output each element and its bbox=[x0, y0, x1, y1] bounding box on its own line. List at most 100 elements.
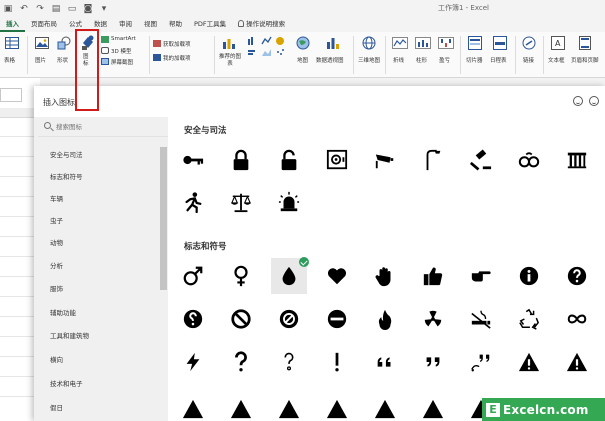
handcuffs-icon[interactable] bbox=[511, 142, 547, 178]
key-icon[interactable] bbox=[175, 142, 211, 178]
tab-review[interactable]: 审阅 bbox=[113, 17, 138, 32]
lightning-icon[interactable] bbox=[175, 344, 211, 380]
question-reversed-icon[interactable] bbox=[175, 301, 211, 337]
redo-icon[interactable]: ↷ bbox=[35, 4, 45, 14]
smile-feedback-icon[interactable] bbox=[573, 96, 583, 106]
tab-view[interactable]: 视图 bbox=[138, 17, 163, 32]
security-camera-icon[interactable] bbox=[367, 142, 403, 178]
siren-icon[interactable] bbox=[271, 184, 307, 220]
male-icon[interactable] bbox=[175, 258, 211, 294]
quote-close-icon[interactable] bbox=[415, 344, 451, 380]
safe-icon[interactable] bbox=[319, 142, 355, 178]
smartart-label[interactable]: SmartArt bbox=[111, 36, 136, 42]
sparkline-column-button[interactable]: 柱形 bbox=[412, 32, 434, 78]
table-button[interactable]: 表格 bbox=[2, 32, 22, 78]
warning-partial-icon[interactable] bbox=[175, 391, 211, 421]
warning-partial-icon[interactable] bbox=[319, 391, 355, 421]
female-icon[interactable] bbox=[223, 258, 259, 294]
shapes-button[interactable]: 形状 bbox=[54, 32, 74, 78]
maps-button[interactable]: 地图 bbox=[292, 32, 314, 78]
hand-stop-icon[interactable] bbox=[367, 258, 403, 294]
lock-icon[interactable] bbox=[223, 142, 259, 178]
header-footer-button[interactable]: 页眉和页脚 bbox=[570, 32, 605, 78]
link-icon bbox=[522, 36, 536, 50]
search-input[interactable] bbox=[56, 120, 156, 134]
info-icon[interactable] bbox=[511, 258, 547, 294]
category-item[interactable]: 车辆 bbox=[50, 193, 63, 203]
timeline-button[interactable]: 日程表 bbox=[488, 32, 512, 78]
my-addins-label[interactable]: 我的加载项 bbox=[163, 54, 191, 62]
frown-feedback-icon[interactable] bbox=[589, 96, 599, 106]
drop-icon[interactable] bbox=[271, 257, 309, 294]
no-smoking-icon[interactable] bbox=[463, 301, 499, 337]
question-circle-icon[interactable] bbox=[559, 258, 595, 294]
category-item[interactable]: 横向 bbox=[50, 354, 63, 364]
category-item[interactable]: 安全与司法 bbox=[50, 149, 83, 159]
infinity-icon[interactable] bbox=[559, 301, 595, 337]
sparkline-line-button[interactable]: 折线 bbox=[389, 32, 411, 78]
quote-bubble-icon[interactable] bbox=[463, 344, 499, 380]
category-item[interactable]: 标志和符号 bbox=[50, 171, 83, 181]
undo-icon[interactable]: ↶ bbox=[19, 4, 29, 14]
category-item[interactable]: 假日 bbox=[50, 402, 63, 412]
radiation-icon[interactable] bbox=[415, 301, 451, 337]
unlock-icon[interactable] bbox=[271, 142, 307, 178]
tab-pdf-tools[interactable]: PDF工具集 bbox=[188, 17, 232, 32]
tab-page-layout[interactable]: 页面布局 bbox=[25, 17, 63, 32]
qat-more-icon[interactable]: ▾ bbox=[99, 4, 109, 14]
warning-partial-icon[interactable] bbox=[415, 391, 451, 421]
minus-circle-icon[interactable] bbox=[319, 301, 355, 337]
category-item[interactable]: 服饰 bbox=[50, 283, 63, 293]
tab-insert[interactable]: 插入 bbox=[0, 17, 25, 32]
category-item[interactable]: 辅助功能 bbox=[50, 307, 76, 317]
jail-icon[interactable] bbox=[559, 142, 595, 178]
screenshot-label[interactable]: 屏幕截图 bbox=[111, 58, 133, 66]
category-item[interactable]: 分析 bbox=[50, 260, 63, 270]
link-button[interactable]: 链接 bbox=[518, 32, 540, 78]
slicer-button[interactable]: 切片器 bbox=[463, 32, 487, 78]
exclamation-icon[interactable] bbox=[319, 344, 355, 380]
category-item[interactable]: 技术和电子 bbox=[50, 378, 83, 388]
watermark-logo: E bbox=[486, 402, 500, 417]
textbox-button[interactable]: A 文本框 bbox=[546, 32, 570, 78]
fire-icon[interactable] bbox=[367, 301, 403, 337]
recommended-charts-button[interactable]: 推荐的图表 bbox=[217, 32, 243, 78]
warning-icon[interactable] bbox=[511, 344, 547, 380]
heart-icon[interactable] bbox=[319, 258, 355, 294]
quote-open-icon[interactable] bbox=[367, 344, 403, 380]
picture-button[interactable]: 图片 bbox=[32, 32, 52, 78]
sparkline-winloss-button[interactable]: 盈亏 bbox=[435, 32, 457, 78]
table-label: 表格 bbox=[4, 58, 16, 64]
question-mark-outline-icon[interactable] bbox=[271, 344, 307, 380]
street-light-icon[interactable] bbox=[415, 142, 451, 178]
print-icon[interactable]: ▤ bbox=[51, 4, 61, 14]
name-box[interactable] bbox=[0, 88, 22, 102]
category-item[interactable]: 虫子 bbox=[50, 215, 63, 225]
pivot-chart-button[interactable]: 数据透视图 bbox=[314, 32, 352, 78]
model-3d-label[interactable]: 3D 模型 bbox=[111, 47, 131, 55]
category-item[interactable]: 工具和建筑物 bbox=[50, 330, 89, 340]
tab-help[interactable]: 帮助 bbox=[163, 17, 188, 32]
question-mark-icon[interactable] bbox=[223, 344, 259, 380]
thumbs-up-icon[interactable] bbox=[415, 258, 451, 294]
save-icon[interactable]: ▣ bbox=[3, 4, 13, 14]
get-addins-label[interactable]: 获取加载项 bbox=[163, 40, 191, 48]
running-man-icon[interactable] bbox=[175, 184, 211, 220]
prohibited-icon[interactable] bbox=[271, 301, 307, 337]
warning-partial-icon[interactable] bbox=[223, 391, 259, 421]
scales-icon[interactable] bbox=[223, 184, 259, 220]
warning-outline-icon[interactable] bbox=[559, 344, 595, 380]
no-entry-circle-icon[interactable] bbox=[223, 301, 259, 337]
warning-partial-icon[interactable] bbox=[367, 391, 403, 421]
category-item[interactable]: 动物 bbox=[50, 237, 63, 247]
camera-icon[interactable]: ◙ bbox=[83, 4, 93, 14]
warning-partial-icon[interactable] bbox=[271, 391, 307, 421]
gavel-icon[interactable] bbox=[463, 142, 499, 178]
open-icon[interactable]: ▭ bbox=[67, 4, 77, 14]
tell-me-search[interactable]: 操作说明搜索 bbox=[232, 17, 291, 32]
category-scrollbar[interactable] bbox=[160, 147, 167, 290]
recycle-icon[interactable] bbox=[511, 301, 547, 337]
pointing-hand-icon[interactable] bbox=[463, 258, 499, 294]
chart-types-icon[interactable] bbox=[247, 36, 287, 70]
map-3d-button[interactable]: 三维地图 bbox=[356, 32, 382, 78]
